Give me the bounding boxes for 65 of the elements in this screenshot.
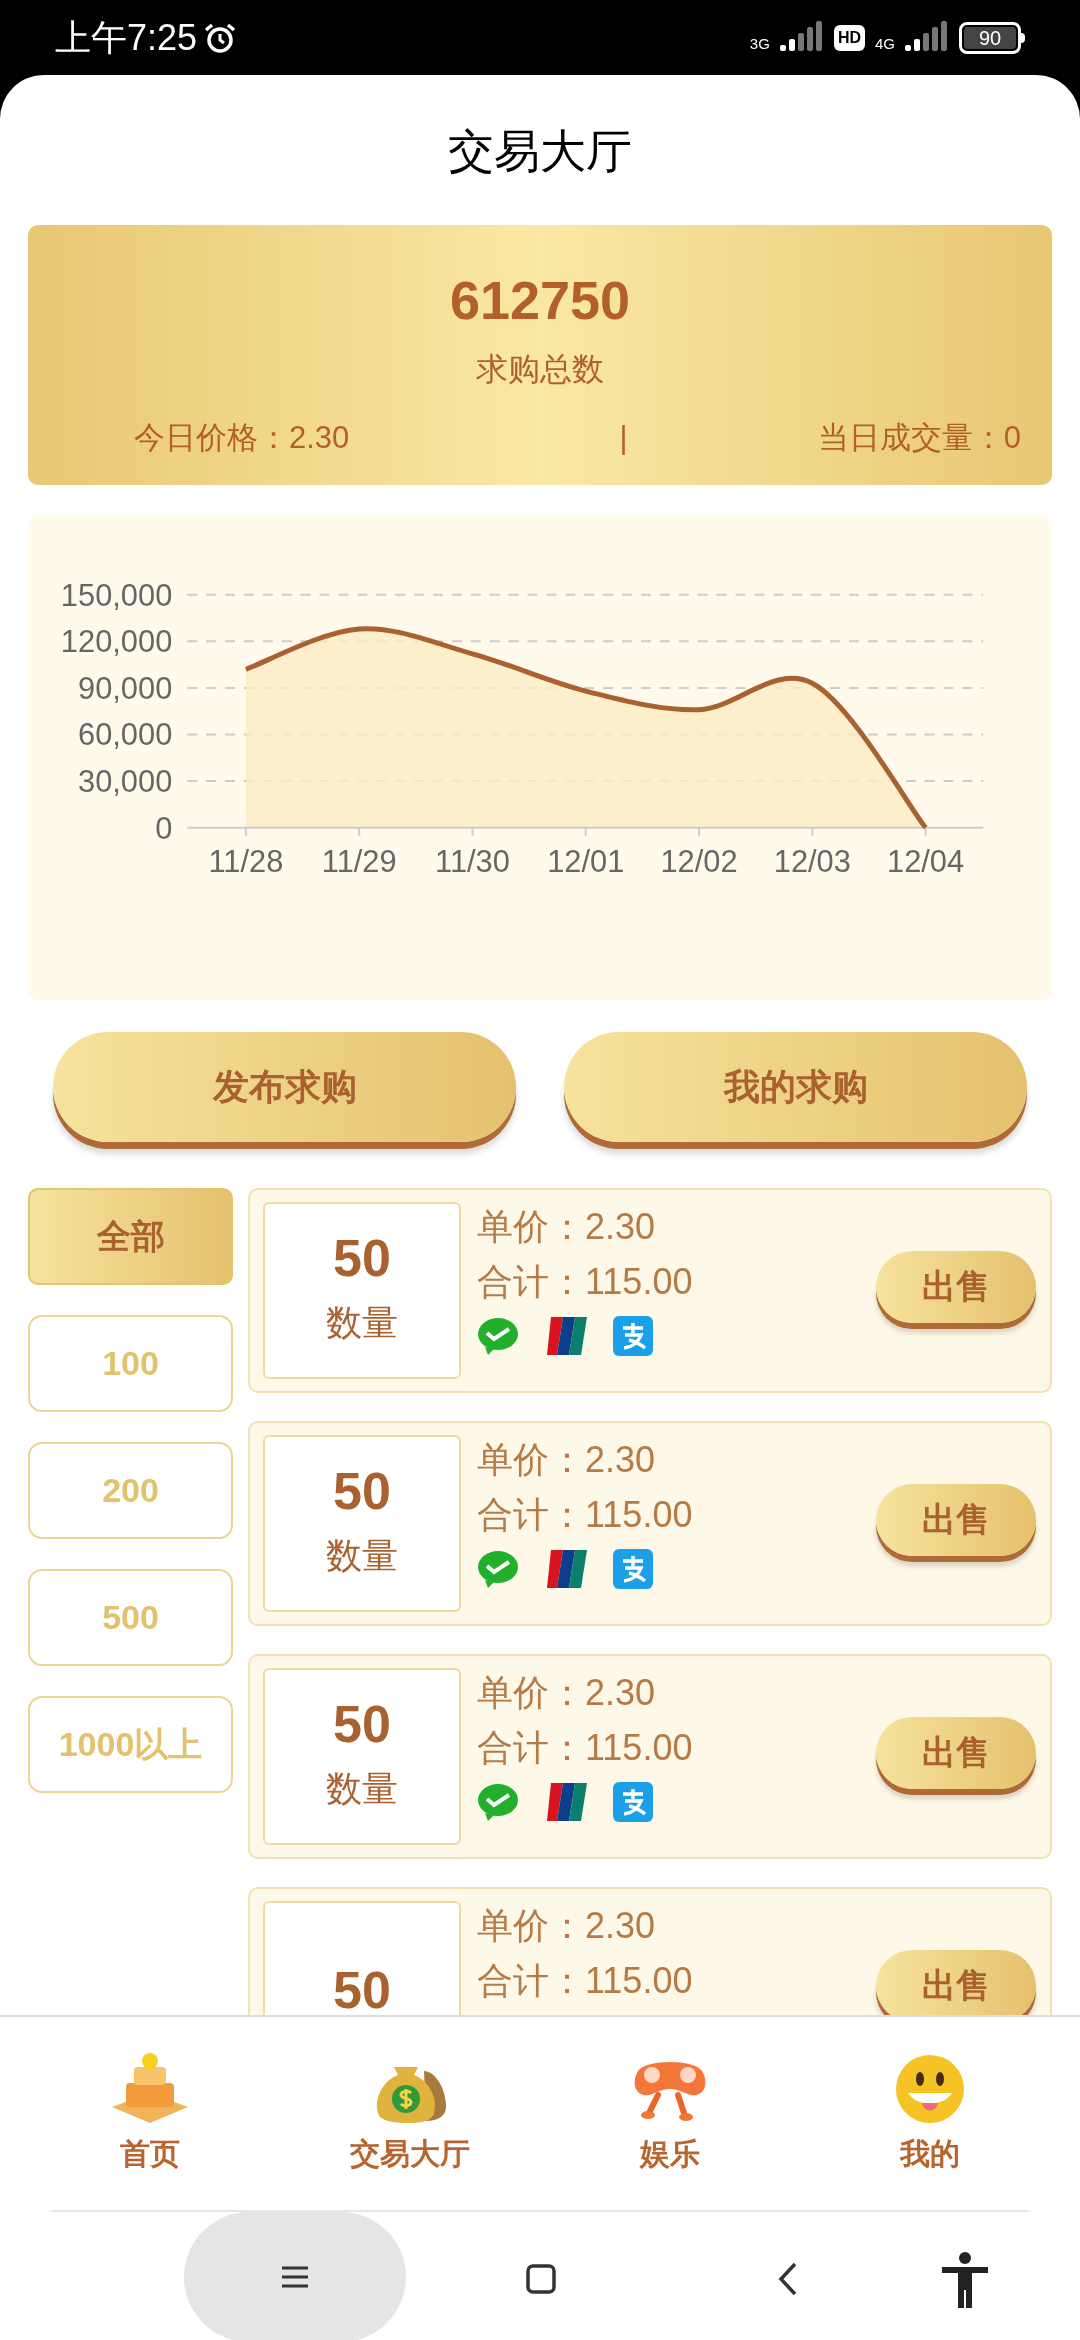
total-price: 合计：115.00 <box>477 1493 694 1537</box>
home-button[interactable] <box>526 2264 556 2294</box>
back-button[interactable] <box>778 2262 798 2296</box>
quantity-value: 50 <box>333 1963 391 2015</box>
clock-time: 上午7:25 <box>55 19 198 56</box>
filter-tab[interactable]: 1000以上 <box>28 1696 233 1793</box>
x-axis-label: 11/28 <box>208 844 284 880</box>
battery-level: 90 <box>964 26 1016 49</box>
nav-tab[interactable]: 首页 <box>50 2051 250 2176</box>
quantity-value: 50 <box>333 1464 391 1517</box>
y-axis-label: 0 <box>155 810 173 846</box>
quantity-label: 数量 <box>326 1766 398 1811</box>
separator: | <box>619 419 628 457</box>
x-axis-label: 11/29 <box>321 844 397 880</box>
hd-badge: HD <box>833 24 865 51</box>
network-label: 3G <box>749 34 770 55</box>
menu-icon <box>280 2265 310 2289</box>
unit-price: 单价：2.30 <box>477 1671 657 1715</box>
y-axis-label: 30,000 <box>78 764 173 800</box>
daily-volume: 当日成交量：0 <box>817 419 1021 457</box>
page-title: 交易大厅 <box>448 123 632 179</box>
unit-price: 单价：2.30 <box>477 1205 657 1249</box>
x-axis-label: 12/04 <box>887 844 965 880</box>
nav-tab[interactable]: 我的 <box>830 2051 1030 2176</box>
y-axis-label: 120,000 <box>60 624 173 660</box>
chat-check-icon <box>477 1782 519 1822</box>
bank-card-icon <box>545 1783 587 1821</box>
total-label: 求购总数 <box>476 350 604 389</box>
sell-button[interactable]: 出售 <box>876 1949 1036 2015</box>
x-axis-label: 11/30 <box>435 844 510 880</box>
payment-icon <box>613 1782 653 1822</box>
filter-tab[interactable]: 200 <box>28 1442 233 1539</box>
filter-tab[interactable]: 500 <box>28 1569 233 1666</box>
bank-card-icon <box>545 1550 587 1588</box>
y-axis-label: 60,000 <box>78 717 173 753</box>
chat-check-icon <box>477 1316 519 1356</box>
y-axis-label: 150,000 <box>60 577 173 613</box>
payment-icon <box>613 1549 653 1589</box>
total-price: 合计：115.00 <box>477 1959 694 2003</box>
square-icon <box>526 2264 556 2294</box>
total-count: 612750 <box>449 273 631 327</box>
quantity-value: 50 <box>333 1231 391 1284</box>
payment-icon <box>613 1316 653 1356</box>
filter-tab[interactable]: 100 <box>28 1315 233 1412</box>
accessibility-button[interactable] <box>940 2252 990 2308</box>
total-price: 合计：115.00 <box>477 1260 694 1304</box>
accessibility-icon <box>940 2252 990 2308</box>
bank-card-icon <box>545 1317 587 1355</box>
unit-price: 单价：2.30 <box>477 1438 657 1482</box>
quantity-value: 50 <box>333 1697 391 1750</box>
nav-tab[interactable]: 交易大厅 <box>310 2051 510 2176</box>
today-price: 今日价格：2.30 <box>134 419 350 457</box>
x-axis-label: 12/03 <box>773 844 851 880</box>
quantity-label: 数量 <box>326 1533 398 1578</box>
back-icon <box>778 2262 798 2296</box>
quantity-label: 数量 <box>326 1300 398 1345</box>
nav-tab[interactable]: 娱乐 <box>570 2051 770 2176</box>
y-axis-label: 90,000 <box>78 670 173 706</box>
total-price: 合计：115.00 <box>477 1726 694 1770</box>
x-axis-label: 12/02 <box>660 844 738 880</box>
chat-check-icon <box>477 1549 519 1589</box>
network-label: 4G <box>875 34 895 55</box>
unit-price: 单价：2.30 <box>477 1904 657 1948</box>
filter-tab[interactable]: 全部 <box>28 1188 233 1285</box>
x-axis-label: 12/01 <box>547 844 625 880</box>
